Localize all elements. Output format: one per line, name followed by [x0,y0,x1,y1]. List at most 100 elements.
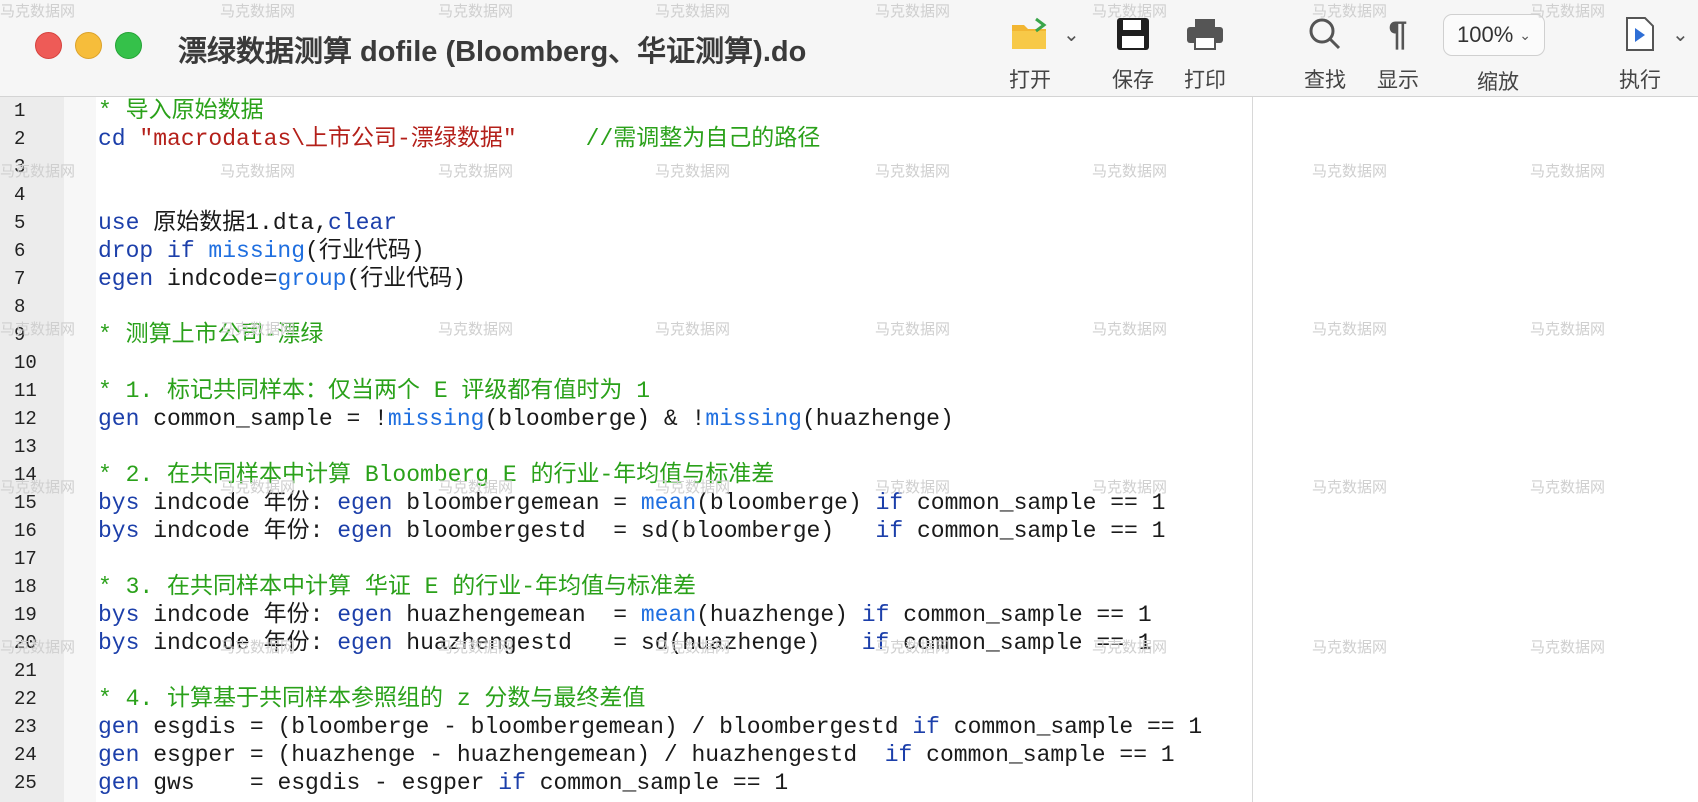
line-code: * 4. 计算基于共同样本参照组的 z 分数与最终差值 [98,685,645,713]
line-number: 4 [14,184,26,206]
run-menu-chevron-icon[interactable]: ⌄ [1672,22,1689,47]
close-window-button[interactable] [35,32,62,59]
code-token: * 4. 计算基于共同样本参照组的 z 分数与最终差值 [98,686,646,712]
watermark-text: 马克数据网 [875,2,951,20]
code-token: gen [98,714,154,740]
code-line[interactable]: 13 [0,433,1252,461]
watermark-text: 马克数据网 [0,320,76,338]
line-number: 22 [14,688,37,710]
code-line[interactable]: 24 gen esgper = (huazhenge - huazhengemea… [0,741,1252,769]
run-button[interactable]: 执行 [1600,10,1680,94]
open-button[interactable]: 打开 [990,10,1070,94]
zoom-label: 缩放 [1477,71,1519,94]
line-number: 7 [14,268,26,290]
code-token: bys [98,602,154,628]
show-button[interactable]: ¶ 显示 [1358,10,1438,94]
line-number: 5 [14,212,26,234]
show-label: 显示 [1377,69,1419,92]
line-code: gen common_sample = !missing(bloomberge)… [98,405,954,433]
code-line[interactable]: 9 * 测算上市公司-漂绿 [0,321,1252,349]
watermark-text: 马克数据网 [1312,638,1388,656]
code-token: //需调整为自己的路径 [585,126,821,152]
code-line[interactable]: 3 [0,153,1252,181]
line-number: 1 [14,100,26,122]
code-line[interactable]: 6 drop if missing(行业代码) [0,237,1252,265]
zoom-control[interactable]: 100% ⌄ 缩放 [1443,10,1553,96]
code-token: bloombergestd = sd(bloomberge) [406,518,876,544]
find-button[interactable]: 查找 [1285,10,1365,94]
line-number: 18 [14,576,37,598]
print-button[interactable]: 打印 [1165,10,1245,94]
code-line[interactable]: 22 * 4. 计算基于共同样本参照组的 z 分数与最终差值 [0,685,1252,713]
code-line[interactable]: 8 [0,293,1252,321]
line-number: 24 [14,744,37,766]
code-token: esgper = (huazhenge - huazhengemean) / h… [153,742,885,768]
save-button[interactable]: 保存 [1093,10,1173,94]
code-line[interactable]: 5 use 原始数据1.dta,clear [0,209,1252,237]
code-token: use [98,210,154,236]
code-line[interactable]: 19 bys indcode 年份: egen huazhengemean = m… [0,601,1252,629]
code-token: indcode= [167,266,278,292]
watermark-text: 马克数据网 [1530,320,1606,338]
code-token: bys [98,518,154,544]
watermark-text: 马克数据网 [875,162,951,180]
code-token: * 3. 在共同样本中计算 华证 E 的行业-年均值与标准差 [98,574,697,600]
line-number: 2 [14,128,26,150]
line-number: 12 [14,408,37,430]
code-line[interactable]: 23 gen esgdis = (bloomberge - bloombergem… [0,713,1252,741]
line-code: bys indcode 年份: egen huazhengemean = mea… [98,601,1152,629]
line-number: 8 [14,296,26,318]
watermark-text: 马克数据网 [1312,2,1388,20]
watermark-text: 马克数据网 [1092,2,1168,20]
code-line[interactable]: 16 bys indcode 年份: egen bloombergestd = s… [0,517,1252,545]
watermark-text: 马克数据网 [1312,478,1388,496]
line-code: drop if missing(行业代码) [98,237,425,265]
line-code: gen gws = esgdis - esgper if common_samp… [98,769,788,797]
minimize-window-button[interactable] [75,32,102,59]
watermark-text: 马克数据网 [220,478,296,496]
watermark-text: 马克数据网 [655,320,731,338]
code-token: egen [337,602,407,628]
code-token: huazhengemean = [406,602,641,628]
code-token: egen [98,266,168,292]
watermark-text: 马克数据网 [1312,320,1388,338]
code-line[interactable]: 25 gen gws = esgdis - esgper if common_sa… [0,769,1252,797]
code-line[interactable]: 7 egen indcode=group(行业代码) [0,265,1252,293]
watermark-text: 马克数据网 [0,638,76,656]
watermark-text: 马克数据网 [1092,320,1168,338]
watermark-text: 马克数据网 [1092,638,1168,656]
watermark-text: 马克数据网 [438,2,514,20]
code-line[interactable]: 11 * 1. 标记共同样本：仅当两个 E 评级都有值时为 1 [0,377,1252,405]
code-line[interactable]: 2 cd "macrodatas\上市公司-漂绿数据" //需调整为自己的路径 [0,125,1252,153]
line-code: * 导入原始数据 [98,97,264,125]
line-number: 10 [14,352,37,374]
watermark-text: 马克数据网 [220,2,296,20]
code-token: esgdis = (bloomberge - bloombergemean) /… [153,714,913,740]
line-number: 21 [14,660,37,682]
line-number: 25 [14,772,37,794]
code-token: (行业代码) [305,238,425,264]
code-line[interactable]: 12 gen common_sample = !missing(bloomberg… [0,405,1252,433]
run-label: 执行 [1619,69,1661,92]
code-line[interactable]: 1 * 导入原始数据 [0,97,1252,125]
code-line[interactable]: 10 [0,349,1252,377]
find-label: 查找 [1304,69,1346,92]
zoom-window-button[interactable] [115,32,142,59]
code-line[interactable]: 14 * 2. 在共同样本中计算 Bloomberg E 的行业-年均值与标准差 [0,461,1252,489]
code-line[interactable]: 18 * 3. 在共同样本中计算 华证 E 的行业-年均值与标准差 [0,573,1252,601]
window-title: 漂绿数据测算 dofile (Bloomberg、华证测算).do [178,36,807,68]
watermark-text: 马克数据网 [220,638,296,656]
code-token: egen [337,490,407,516]
code-token: bys [98,490,154,516]
code-line[interactable]: 15 bys indcode 年份: egen bloombergemean = … [0,489,1252,517]
code-token: 原始数据1.dta, [153,210,329,236]
code-line[interactable]: 20 bys indcode 年份: egen huazhengestd = sd… [0,629,1252,657]
open-menu-chevron-icon[interactable]: ⌄ [1063,22,1080,47]
code-line[interactable]: 17 [0,545,1252,573]
code-token: common_sample = ! [153,406,388,432]
line-code: gen esgper = (huazhenge - huazhengemean)… [98,741,1175,769]
watermark-text: 马克数据网 [220,320,296,338]
code-line[interactable]: 4 [0,181,1252,209]
code-line[interactable]: 21 [0,657,1252,685]
code-token: common_sample == 1 [953,714,1203,740]
